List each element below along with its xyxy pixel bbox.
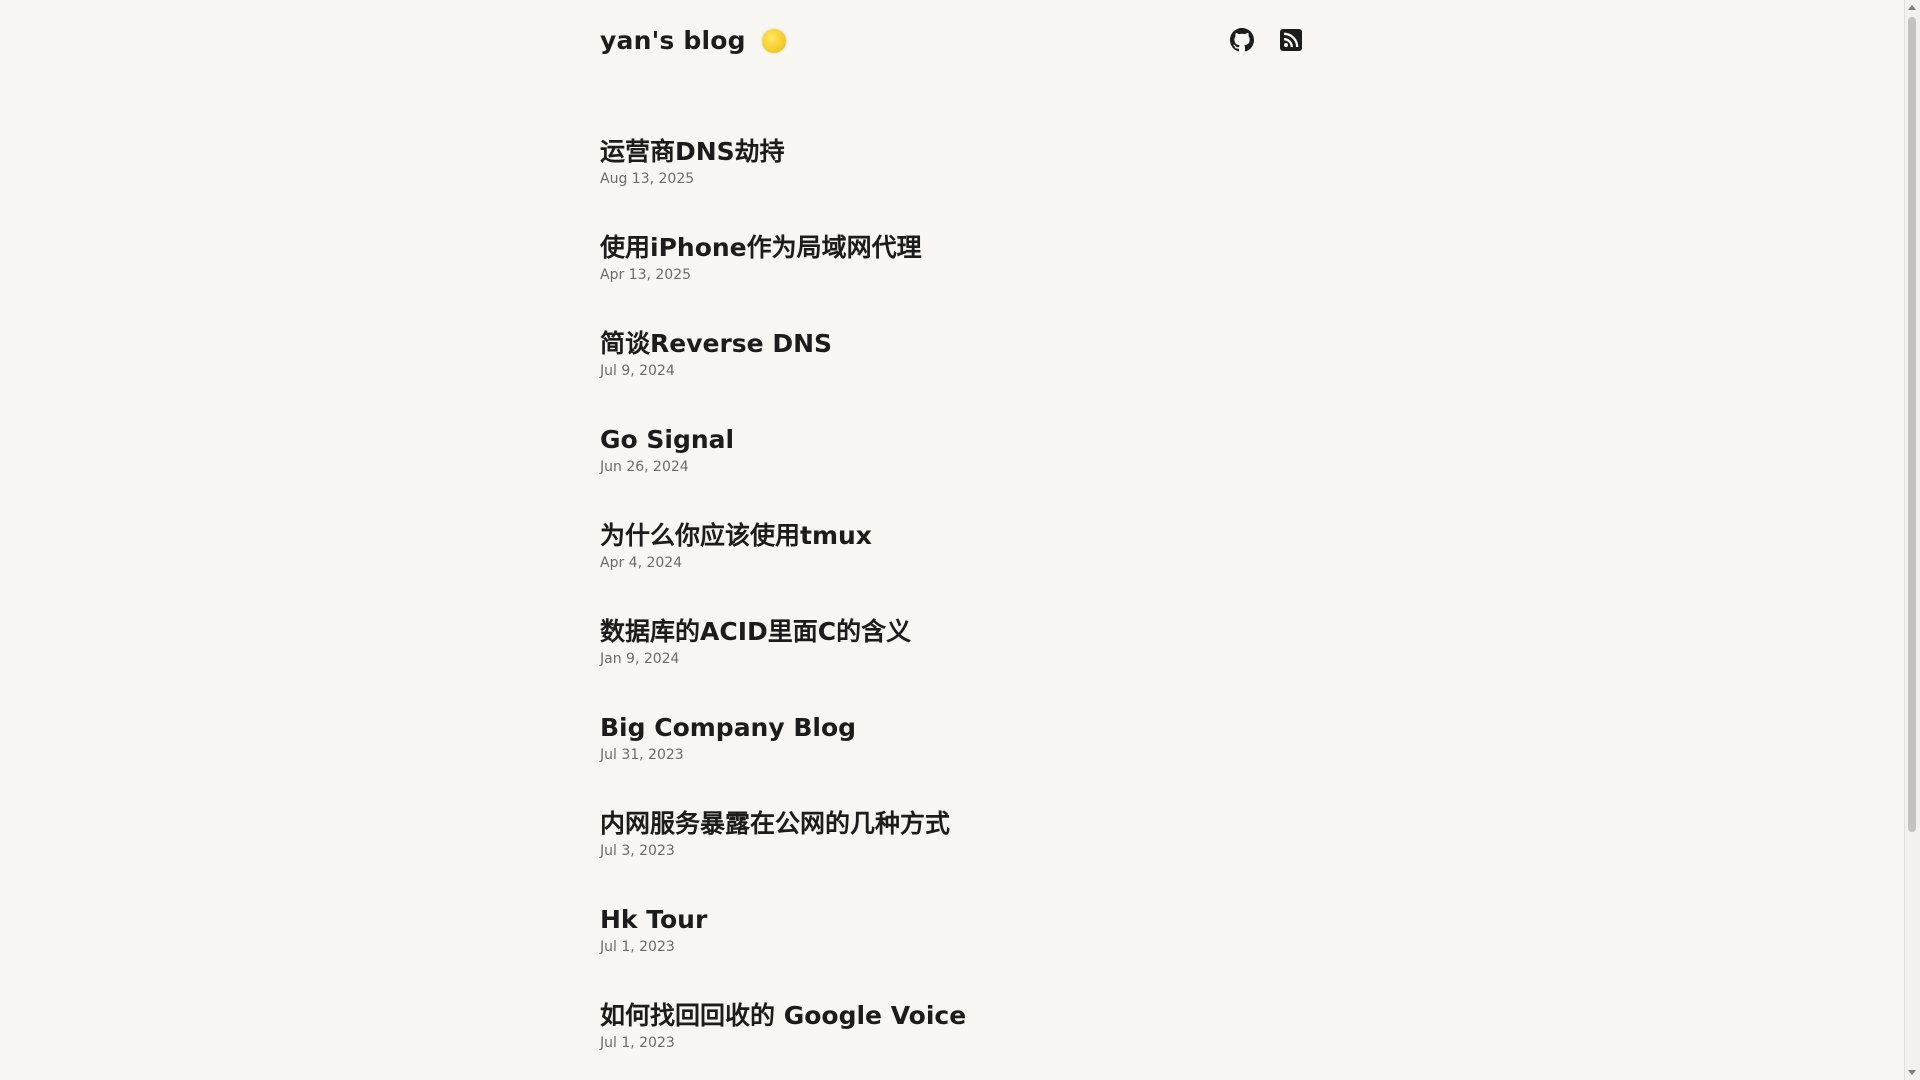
- post-item: Big Company Blog Jul 31, 2023: [600, 712, 1305, 808]
- post-item: Go Signal Jun 26, 2024: [600, 424, 1305, 520]
- post-item: 使用iPhone作为局域网代理 Apr 13, 2025: [600, 232, 1305, 328]
- rss-icon[interactable]: [1279, 28, 1303, 52]
- post-date: Aug 13, 2025: [600, 171, 695, 187]
- post-item: 为什么你应该使用tmux Apr 4, 2024: [600, 520, 1305, 616]
- github-icon[interactable]: [1230, 28, 1254, 52]
- scroll-down-arrow-icon[interactable]: [1908, 1070, 1916, 1075]
- scrollbar-thumb[interactable]: [1908, 17, 1916, 832]
- vertical-scrollbar[interactable]: [1904, 0, 1920, 1080]
- post-title-link[interactable]: 运营商DNS劫持: [600, 136, 1305, 168]
- site-header: yan's blog: [600, 0, 1305, 80]
- post-title-link[interactable]: 简谈Reverse DNS: [600, 328, 1305, 360]
- post-title-link[interactable]: 数据库的ACID里面C的含义: [600, 616, 1305, 648]
- post-item: 内网服务暴露在公网的几种方式 Jul 3, 2023: [600, 808, 1305, 904]
- scroll-up-arrow-icon[interactable]: [1908, 5, 1916, 10]
- post-date: Jul 1, 2023: [600, 939, 675, 955]
- post-item: 数据库的ACID里面C的含义 Jan 9, 2024: [600, 616, 1305, 712]
- post-date: Jun 26, 2024: [600, 459, 689, 475]
- post-date: Jul 9, 2024: [600, 363, 675, 379]
- post-date: Jul 1, 2023: [600, 1035, 675, 1051]
- post-date: Jul 3, 2023: [600, 843, 675, 859]
- post-list: 运营商DNS劫持 Aug 13, 2025 使用iPhone作为局域网代理 Ap…: [600, 136, 1305, 1080]
- post-title-link[interactable]: Go Signal: [600, 424, 1305, 456]
- blog-page: yan's blog 运营商DNS劫持 Aug 13, 2025 使用iPhon…: [0, 0, 1920, 1080]
- header-links: [1230, 28, 1303, 52]
- post-title-link[interactable]: Big Company Blog: [600, 712, 1305, 744]
- post-date: Jan 9, 2024: [600, 651, 680, 667]
- post-title-link[interactable]: 使用iPhone作为局域网代理: [600, 232, 1305, 264]
- post-item: Hk Tour Jul 1, 2023: [600, 904, 1305, 1000]
- post-item: 如何找回回收的 Google Voice Jul 1, 2023: [600, 1000, 1305, 1080]
- post-date: Apr 13, 2025: [600, 267, 692, 283]
- post-title-link[interactable]: 内网服务暴露在公网的几种方式: [600, 808, 1305, 840]
- post-item: 简谈Reverse DNS Jul 9, 2024: [600, 328, 1305, 424]
- main-content: yan's blog 运营商DNS劫持 Aug 13, 2025 使用iPhon…: [600, 0, 1305, 1080]
- post-title-link[interactable]: Hk Tour: [600, 904, 1305, 936]
- post-item: 运营商DNS劫持 Aug 13, 2025: [600, 136, 1305, 232]
- post-date: Apr 4, 2024: [600, 555, 683, 571]
- post-date: Jul 31, 2023: [600, 747, 684, 763]
- post-title-link[interactable]: 为什么你应该使用tmux: [600, 520, 1305, 552]
- post-title-link[interactable]: 如何找回回收的 Google Voice: [600, 1000, 1305, 1032]
- brand: yan's blog: [600, 26, 786, 55]
- site-title-link[interactable]: yan's blog: [600, 26, 746, 55]
- sun-icon[interactable]: [761, 28, 786, 53]
